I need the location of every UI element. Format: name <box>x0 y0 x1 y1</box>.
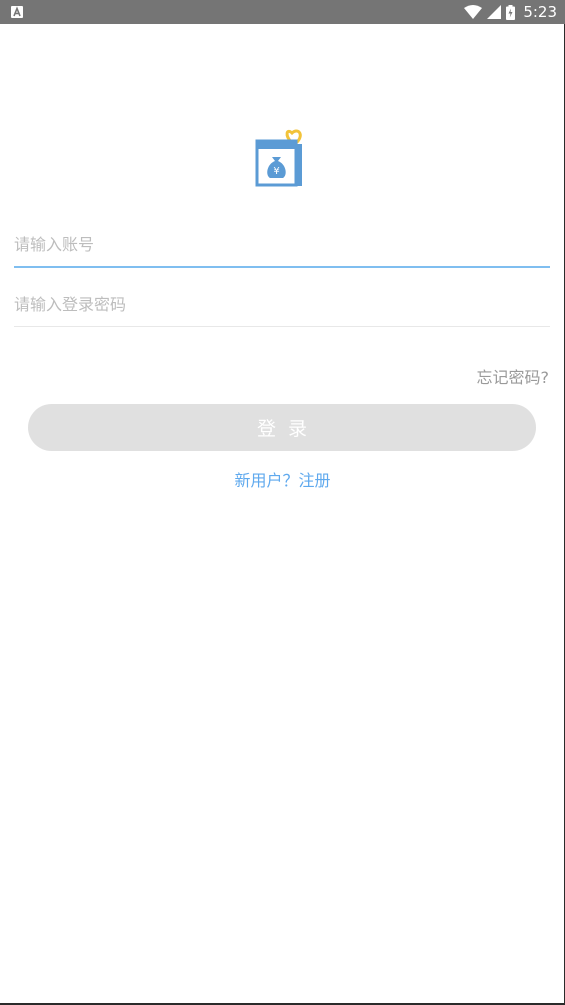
password-input[interactable] <box>14 282 550 326</box>
svg-text:¥: ¥ <box>273 166 279 177</box>
status-bar: 5:23 <box>0 0 565 24</box>
money-bag-yuan-logo: ¥ <box>255 129 302 187</box>
account-input[interactable] <box>14 222 550 266</box>
status-icons: 5:23 <box>464 0 557 24</box>
status-time: 5:23 <box>523 3 557 21</box>
password-field[interactable] <box>14 282 550 327</box>
login-screen: ¥ 忘记密码? 登录 新用户？注册 <box>0 24 565 1005</box>
login-button[interactable]: 登录 <box>28 404 536 451</box>
register-link[interactable]: 新用户？注册 <box>0 467 565 491</box>
cell-signal-icon <box>487 5 502 19</box>
wifi-icon <box>464 5 483 19</box>
android-a-icon <box>11 6 23 18</box>
battery-charging-icon <box>506 4 516 20</box>
forgot-password-link[interactable]: 忘记密码? <box>477 364 550 388</box>
account-field[interactable] <box>14 222 550 268</box>
